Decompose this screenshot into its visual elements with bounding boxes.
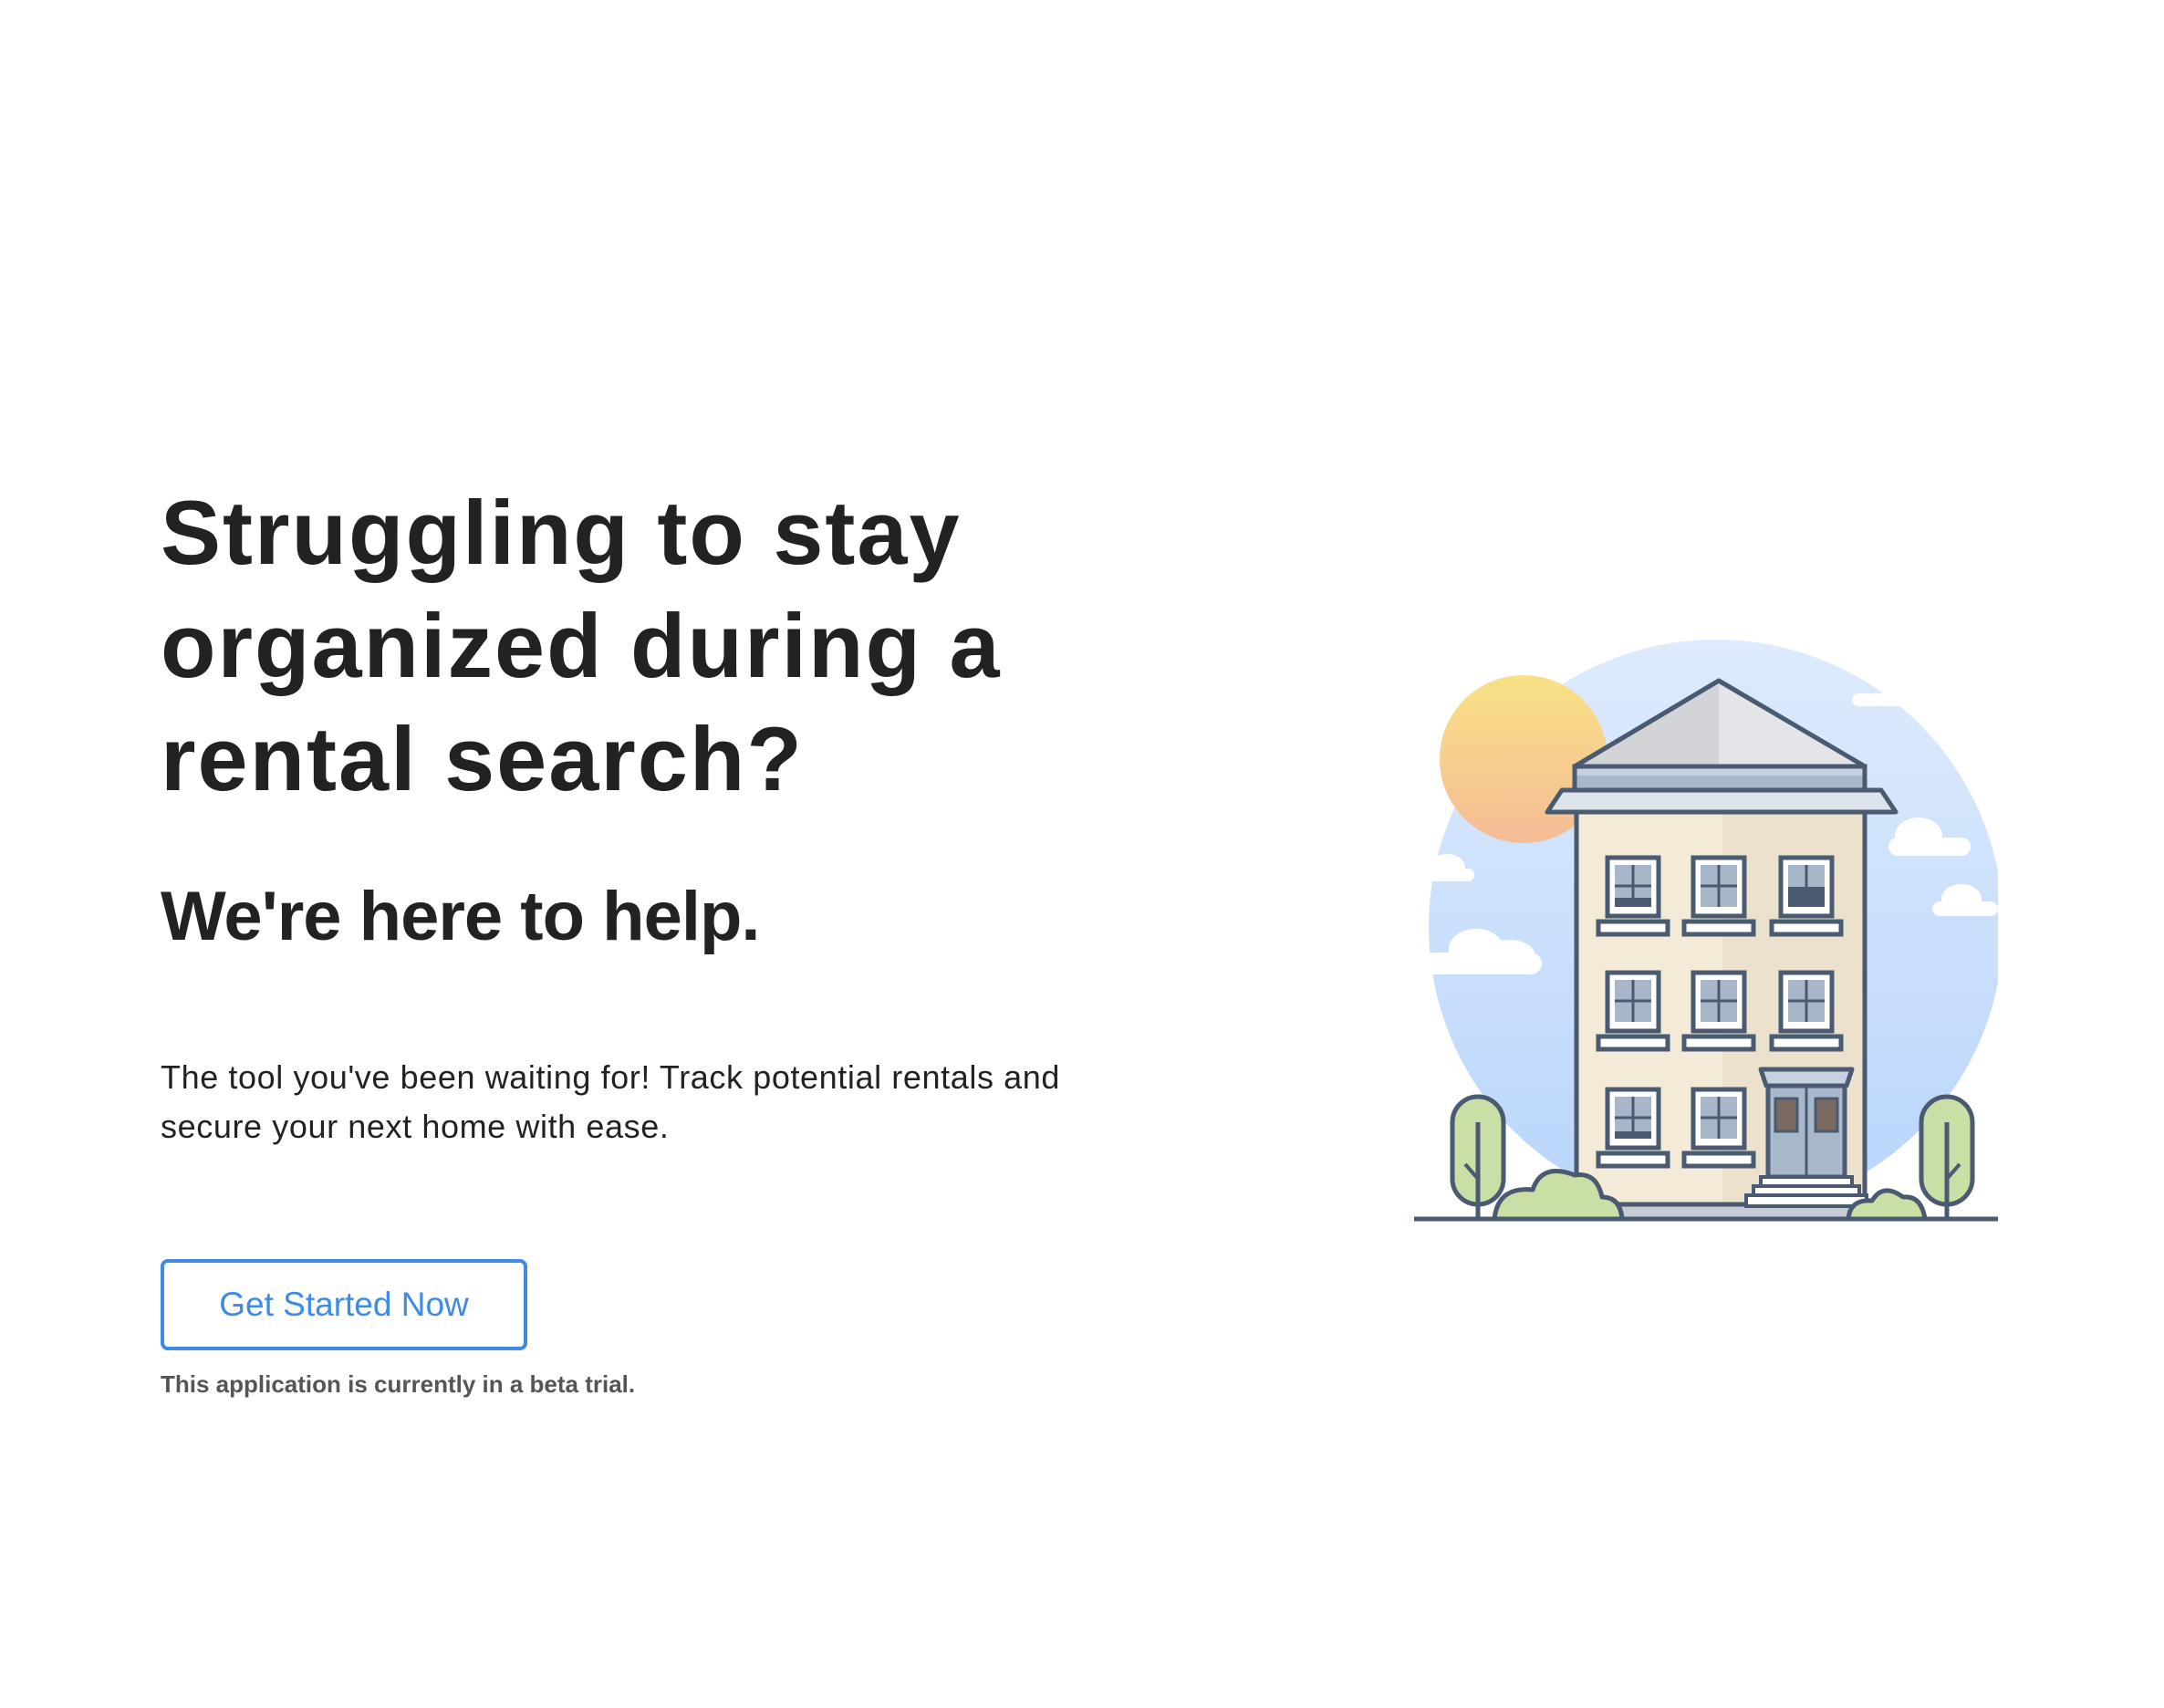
window-icon (1769, 970, 1844, 1052)
building-svg (1414, 640, 1998, 1223)
window-icon (1681, 855, 1756, 937)
window-icon (1681, 1087, 1756, 1169)
get-started-button[interactable]: Get Started Now (161, 1259, 527, 1350)
window-icon (1596, 1087, 1670, 1169)
tree-icon (1919, 1094, 1975, 1219)
tree-icon (1450, 1094, 1506, 1219)
window-icon (1681, 970, 1756, 1052)
cloud-icon (1852, 693, 1907, 706)
hero-subheadline: We're here to help. (161, 878, 761, 955)
hero-section: Struggling to stay organized during a re… (161, 476, 1164, 1400)
beta-trial-note: This application is currently in a beta … (161, 1370, 636, 1398)
window-icon (1596, 970, 1670, 1052)
hero-headline: Struggling to stay organized during a re… (161, 482, 1002, 809)
window-icon (1596, 855, 1670, 937)
window-icon (1769, 855, 1844, 937)
hero-description: The tool you've been waiting for! Track … (161, 1058, 1061, 1145)
cornice (1545, 787, 1899, 815)
apartment-building-illustration (1414, 639, 1998, 1223)
